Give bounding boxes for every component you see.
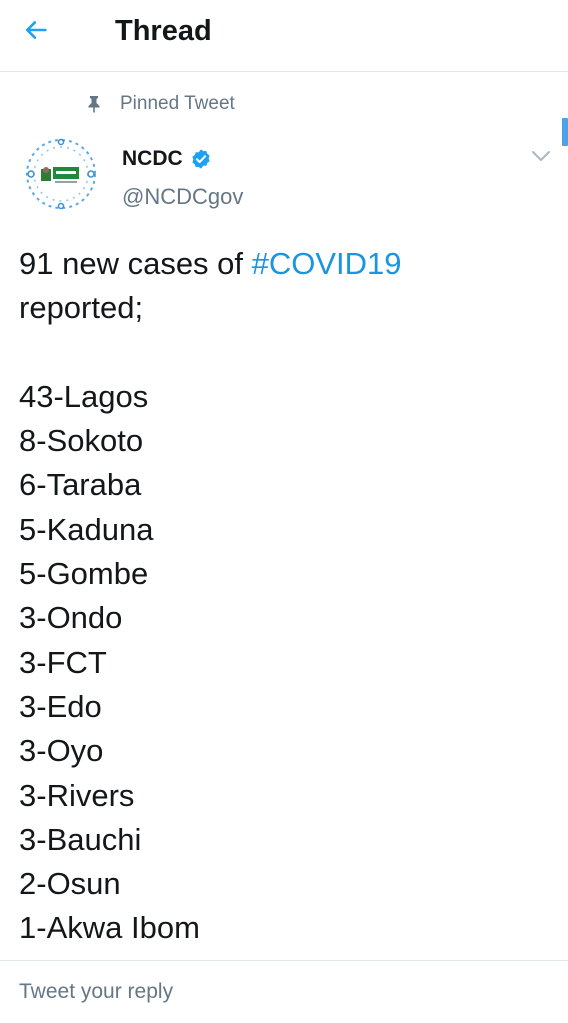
chevron-down-icon [531,149,551,167]
hashtag-link[interactable]: #COVID19 [252,246,402,281]
pinned-indicator: Pinned Tweet [86,92,235,116]
thread-screen: Thread Pinned Tweet NCDC @NCDCgov 91 new… [0,0,568,1023]
case-line: 8-Sokoto [19,423,144,459]
avatar[interactable] [19,132,103,216]
case-line: 5-Kaduna [19,511,154,547]
top-app-bar: Thread [0,0,568,72]
reply-input[interactable]: Tweet your reply [19,975,549,1009]
back-button[interactable] [22,12,70,52]
tweet-line-intro: 91 new cases of #COVID19 [19,242,549,286]
more-options-button[interactable] [524,144,558,172]
case-line: 3-Bauchi [19,821,142,857]
arrow-left-icon [22,16,50,49]
scrollbar[interactable] [562,118,568,146]
verified-badge-icon [190,148,212,170]
case-line: 3-Edo [19,688,102,724]
pinned-label: Pinned Tweet [120,93,235,114]
case-line: 3-Ondo [19,600,123,636]
case-line: 3-Oyo [19,733,104,769]
case-line: 3-FCT [19,644,107,680]
author-name-row[interactable]: NCDC [122,144,212,174]
author-name: NCDC [122,147,183,170]
case-line: 1-Akwa Ibom [19,910,200,946]
pin-icon [86,95,102,113]
case-line: 2-Osun [19,866,121,902]
reply-bar: Tweet your reply [0,960,568,1023]
case-line: 6-Taraba [19,467,142,503]
author-handle[interactable]: @NCDCgov [122,183,243,211]
tweet-intro-text: 91 new cases of [19,246,252,281]
page-title: Thread [115,15,212,47]
case-line: 3-Rivers [19,777,135,813]
tweet-line-reported: reported; [19,290,144,326]
case-line: 1-Benue [19,951,549,960]
tweet-text: 91 new cases of #COVID19 reported; 43-La… [19,242,549,960]
case-line: 43-Lagos [19,378,149,414]
case-line: 5-Gombe [19,556,149,592]
